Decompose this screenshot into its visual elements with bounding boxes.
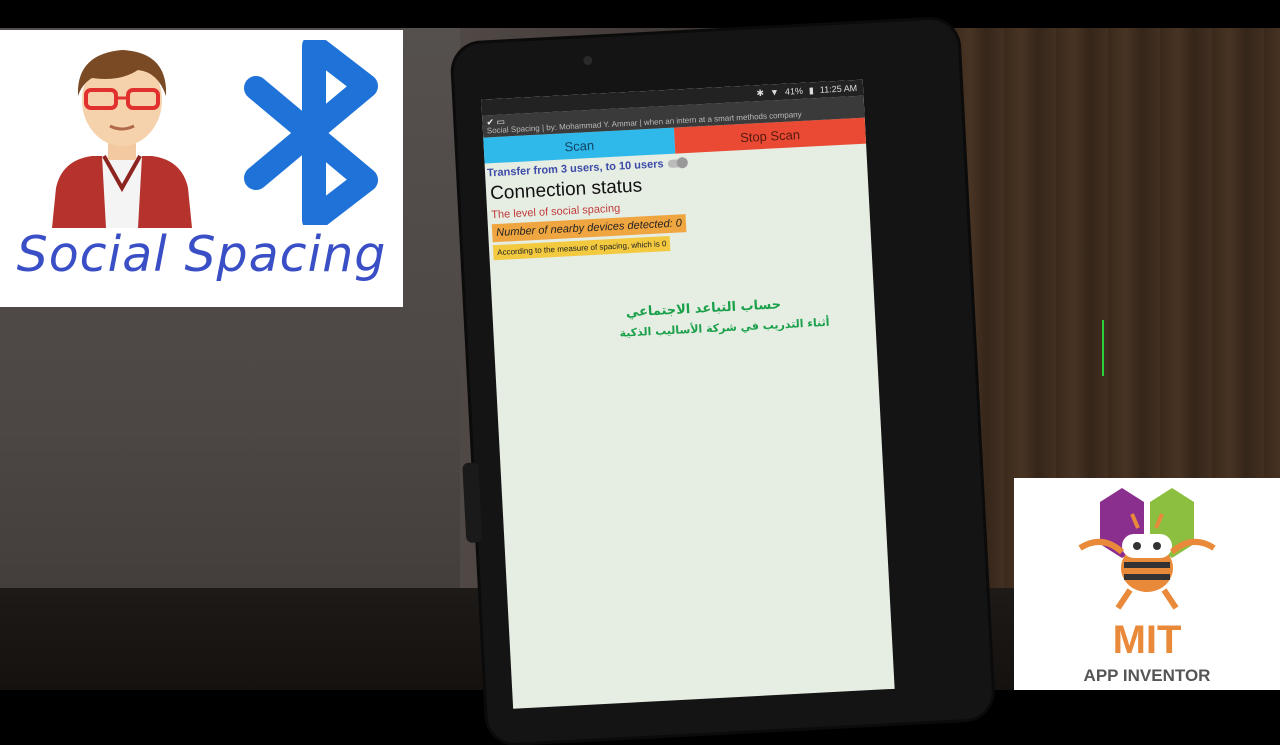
mit-label: MIT: [1112, 618, 1182, 662]
tablet-screen: ✱ ▼ 41% ▮ 11:25 AM ✔ ▭ Social Spacing | …: [481, 79, 895, 709]
clock: 11:25 AM: [819, 82, 858, 95]
bluetooth-icon: [244, 40, 378, 225]
tablet-side-button: [462, 462, 483, 544]
avatar-icon: [52, 50, 192, 228]
check-icon: ✔ ▭: [486, 116, 506, 128]
bluetooth-status-icon: ✱: [756, 87, 765, 98]
battery-level: 41%: [784, 85, 804, 97]
transfer-toggle[interactable]: [667, 159, 686, 168]
tablet-camera: [583, 55, 593, 66]
tablet-device: ✱ ▼ 41% ▮ 11:25 AM ✔ ▭ Social Spacing | …: [452, 18, 994, 745]
social-spacing-title: Social Spacing: [16, 226, 387, 283]
mit-app-inventor-card: MIT APP INVENTOR: [1014, 478, 1280, 690]
social-spacing-card: Social Spacing: [0, 30, 403, 307]
battery-icon: ▮: [808, 84, 815, 95]
text-cursor: [1102, 320, 1104, 376]
mit-app-inventor-logo: [1078, 488, 1216, 610]
app-inventor-label: APP INVENTOR: [1083, 666, 1211, 685]
wifi-icon: ▼: [769, 87, 780, 98]
